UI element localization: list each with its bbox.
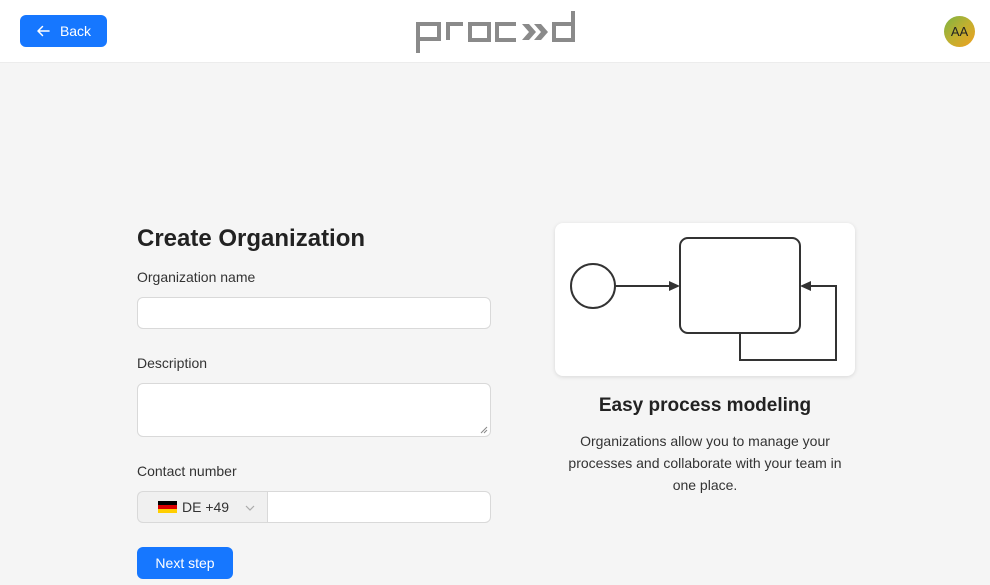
country-code-value: DE +49 — [182, 499, 230, 515]
next-step-button[interactable]: Next step — [137, 547, 233, 579]
description-textarea[interactable] — [137, 383, 491, 437]
contact-number-label: Contact number — [137, 463, 237, 479]
feature-title: Easy process modeling — [598, 395, 812, 416]
feature-description: Organizations allow you to manage your p… — [568, 433, 842, 493]
description-label: Description — [137, 355, 208, 371]
resize-handle-icon[interactable] — [480, 426, 488, 434]
arrow-left-icon — [37, 25, 50, 37]
germany-flag-icon — [158, 501, 177, 513]
country-code-select[interactable]: DE +49 — [137, 491, 267, 523]
organization-name-input[interactable] — [137, 297, 491, 329]
create-organization-form: Create Organization Organization name De… — [137, 222, 491, 579]
chevron-down-icon — [245, 505, 255, 511]
avatar-initials: AA — [950, 24, 969, 39]
phone-number-input[interactable] — [267, 491, 491, 523]
user-avatar[interactable]: AA — [944, 16, 975, 47]
back-button[interactable]: Back — [20, 15, 107, 47]
proceed-logo — [416, 11, 575, 53]
process-diagram-illustration — [570, 237, 837, 361]
top-bar: Back AA — [0, 0, 990, 63]
contact-number-field: DE +49 — [137, 491, 491, 523]
back-label: Back — [59, 23, 92, 39]
page-title: Create Organization — [137, 225, 366, 252]
organization-name-label: Organization name — [137, 269, 256, 285]
process-illustration-card — [555, 223, 855, 376]
